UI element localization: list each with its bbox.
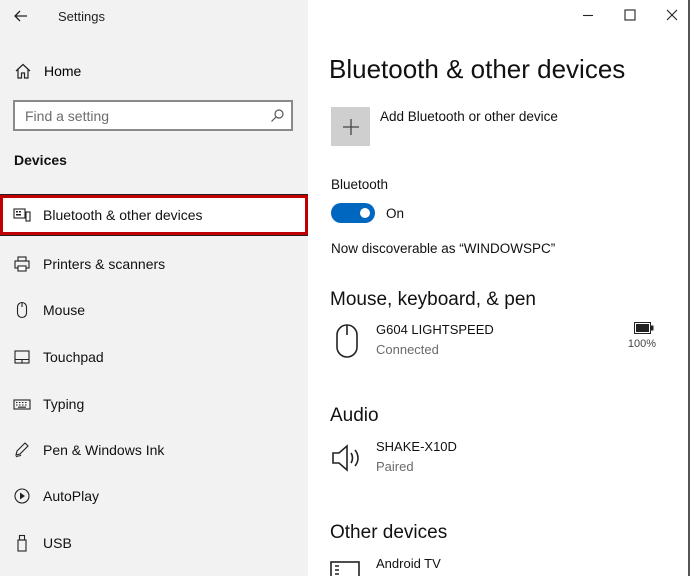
sidebar-item-pen[interactable]: Pen & Windows Ink <box>0 430 308 470</box>
battery-icon <box>634 322 654 334</box>
group-title-audio: Audio <box>330 405 379 426</box>
close-button[interactable] <box>658 4 686 26</box>
autoplay-icon <box>14 488 30 504</box>
sidebar-item-label: Bluetooth & other devices <box>43 207 203 223</box>
sidebar-item-bluetooth[interactable]: Bluetooth & other devices <box>0 194 309 236</box>
touchpad-icon <box>14 350 30 364</box>
sidebar-item-label: Mouse <box>43 302 86 318</box>
group-title-input-devices: Mouse, keyboard, & pen <box>330 289 536 310</box>
back-button[interactable] <box>8 4 34 28</box>
sidebar-item-label: Typing <box>43 396 85 412</box>
device-name: SHAKE-X10D <box>376 439 457 454</box>
device-name: Android TV <box>376 556 441 571</box>
sidebar-item-autoplay[interactable]: AutoPlay <box>0 476 308 516</box>
toggle-knob <box>360 208 370 218</box>
sidebar-item-label: Touchpad <box>43 349 104 365</box>
sidebar-item-label: Pen & Windows Ink <box>43 442 165 458</box>
sidebar-item-label: Printers & scanners <box>43 256 166 272</box>
speaker-icon <box>332 444 359 472</box>
add-device-label[interactable]: Add Bluetooth or other device <box>380 109 558 124</box>
search-input[interactable] <box>25 107 255 125</box>
mouse-icon <box>16 301 28 319</box>
bluetooth-devices-icon <box>13 208 31 222</box>
close-icon <box>666 9 678 21</box>
maximize-icon <box>624 9 636 21</box>
usb-icon <box>17 534 27 552</box>
title-bar: Settings <box>0 0 308 32</box>
device-status: Paired <box>376 459 414 474</box>
minimize-button[interactable] <box>574 4 602 26</box>
device-item-shake[interactable]: SHAKE-X10D Paired <box>330 437 670 481</box>
discoverable-text: Now discoverable as “WINDOWSPC” <box>331 241 556 256</box>
maximize-button[interactable] <box>616 4 644 26</box>
section-label: Devices <box>14 152 67 168</box>
app-title: Settings <box>58 9 105 24</box>
sidebar-item-home[interactable]: Home <box>0 56 308 86</box>
search-icon[interactable] <box>269 108 285 124</box>
sidebar-item-label: Home <box>44 63 82 79</box>
main-content: Bluetooth & other devices Add Bluetooth … <box>308 0 690 576</box>
bluetooth-toggle[interactable] <box>331 203 375 223</box>
bluetooth-label: Bluetooth <box>331 177 389 192</box>
device-item-g604[interactable]: G604 LIGHTSPEED Connected 100% <box>330 320 670 364</box>
sidebar-item-usb[interactable]: USB <box>0 523 308 563</box>
tv-icon <box>330 561 360 576</box>
sidebar-item-typing[interactable]: Typing <box>0 384 308 424</box>
search-box[interactable] <box>13 100 293 131</box>
battery-level: 100% <box>627 338 657 350</box>
device-status: Connected <box>376 342 439 357</box>
battery-indicator: 100% <box>622 322 662 358</box>
bluetooth-state: On <box>386 206 405 221</box>
group-title-other: Other devices <box>330 522 448 543</box>
home-icon <box>15 63 31 79</box>
sidebar-item-printers[interactable]: Printers & scanners <box>0 244 308 284</box>
pen-icon <box>15 442 29 458</box>
add-device-button[interactable] <box>331 107 370 146</box>
device-name: G604 LIGHTSPEED <box>376 322 494 337</box>
sidebar-item-label: AutoPlay <box>43 488 100 504</box>
sidebar-item-label: USB <box>43 535 72 551</box>
plus-icon <box>342 118 359 135</box>
mouse-icon <box>336 324 358 358</box>
minimize-icon <box>583 14 593 17</box>
sidebar-item-touchpad[interactable]: Touchpad <box>0 337 308 377</box>
back-arrow-icon <box>14 10 27 22</box>
keyboard-icon <box>13 399 31 410</box>
sidebar-item-mouse[interactable]: Mouse <box>0 290 308 330</box>
page-title: Bluetooth & other devices <box>329 54 626 84</box>
sidebar: Settings Home Devices Bluetooth & other … <box>0 0 309 576</box>
printer-icon <box>14 256 30 272</box>
device-item-android-tv[interactable]: Android TV <box>330 554 670 576</box>
